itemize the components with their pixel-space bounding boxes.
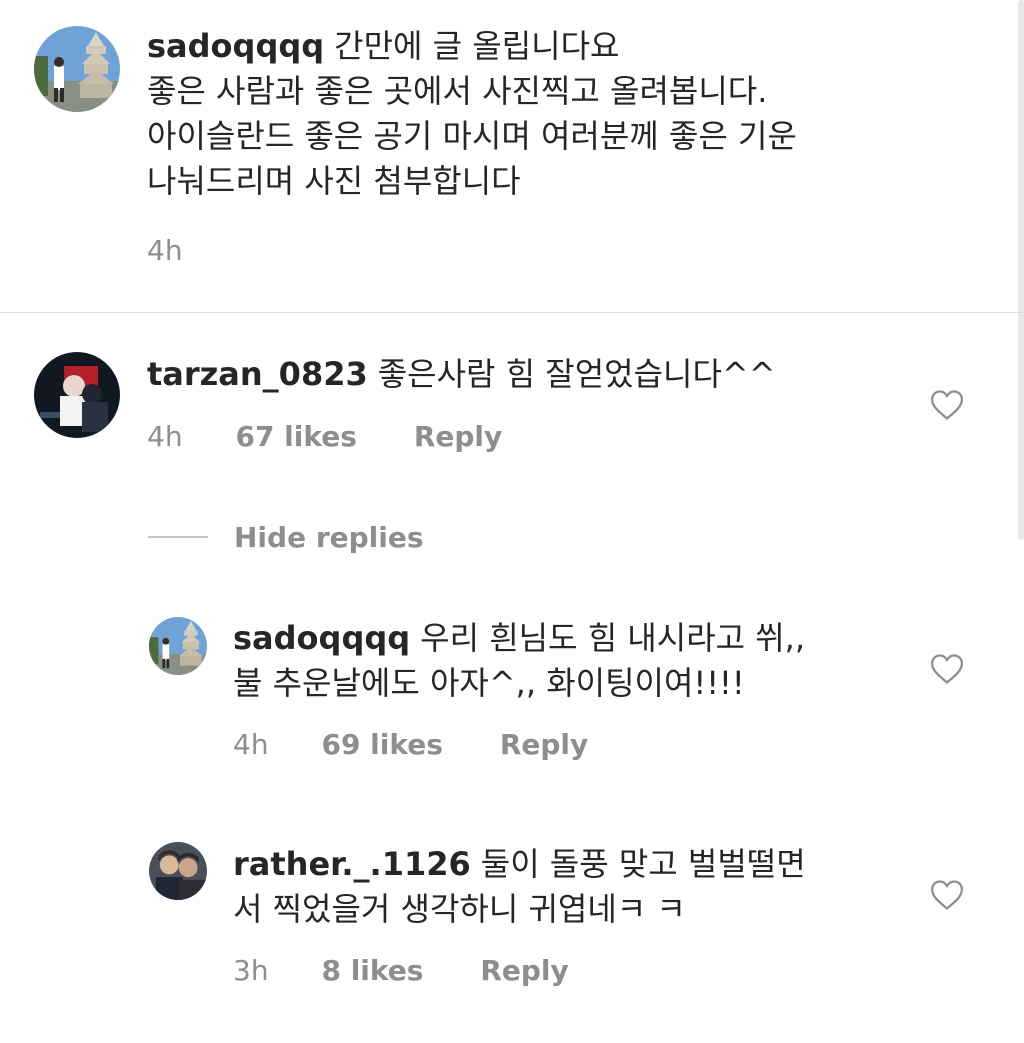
divider (0, 312, 1024, 313)
reply-meta: 3h 8 likes Reply (233, 954, 569, 987)
comment-time: 4h (147, 420, 183, 453)
reply-line: 우리 흰님도 힘 내시라고 쒸,, (420, 619, 806, 657)
reply-likes[interactable]: 69 likes (321, 728, 442, 761)
comment-meta: 4h 67 likes Reply (147, 420, 502, 453)
caption-line: 나눠드리며 사진 첨부합니다 (147, 162, 521, 200)
reply-username[interactable]: rather._.1126 (233, 845, 471, 883)
caption-text: sadoqqqq 간만에 글 올립니다요 좋은 사람과 좋은 곳에서 사진찍고 올… (147, 24, 927, 204)
heart-icon[interactable] (930, 653, 964, 685)
avatar[interactable] (34, 352, 120, 438)
reply-button[interactable]: Reply (414, 420, 502, 453)
heart-icon[interactable] (930, 879, 964, 911)
comment-username[interactable]: tarzan_0823 (147, 355, 368, 393)
avatar-photo-selfie (149, 842, 207, 900)
reply-time: 4h (233, 728, 269, 761)
comment-line: 좋은사람 힘 잘얻었습니다^^ (377, 355, 776, 393)
comment-text: tarzan_0823 좋은사람 힘 잘얻었습니다^^ (147, 352, 907, 397)
avatar-photo-people (34, 352, 120, 438)
caption-time: 4h (147, 234, 183, 267)
caption-line: 아이슬란드 좋은 공기 마시며 여러분께 좋은 기운 (147, 117, 797, 155)
reply-username[interactable]: sadoqqqq (233, 619, 410, 657)
caption-line: 좋은 사람과 좋은 곳에서 사진찍고 올려봅니다. (147, 72, 768, 110)
reply-text: rather._.1126 둘이 돌풍 맞고 벌벌떨면 서 찍었을거 생각하니 귀… (233, 842, 893, 932)
caption-username[interactable]: sadoqqqq (147, 27, 324, 65)
reply-line: 불 추운날에도 아자^,, 화이팅이여!!!! (233, 664, 745, 702)
comment-likes[interactable]: 67 likes (235, 420, 356, 453)
avatar-photo-temple (34, 26, 120, 112)
caption-meta: 4h (147, 234, 183, 267)
reply-button[interactable]: Reply (480, 954, 568, 987)
caption-line: 간만에 글 올립니다요 (334, 27, 620, 65)
reply-button[interactable]: Reply (500, 728, 588, 761)
reply-meta: 4h 69 likes Reply (233, 728, 588, 761)
reply-text: sadoqqqq 우리 흰님도 힘 내시라고 쒸,, 불 추운날에도 아자^,, … (233, 616, 893, 706)
heart-icon[interactable] (930, 389, 964, 421)
post-caption: sadoqqqq 간만에 글 올립니다요 좋은 사람과 좋은 곳에서 사진찍고 올… (0, 0, 1024, 312)
avatar[interactable] (34, 26, 120, 112)
hide-replies-label: Hide replies (234, 520, 424, 554)
hide-replies-button[interactable]: Hide replies (148, 517, 424, 557)
comments-screen: sadoqqqq 간만에 글 올립니다요 좋은 사람과 좋은 곳에서 사진찍고 올… (0, 0, 1024, 1043)
avatar[interactable] (149, 842, 207, 900)
avatar[interactable] (149, 617, 207, 675)
hide-replies-line (148, 536, 208, 538)
reply-line: 둘이 돌풍 맞고 벌벌떨면 (480, 845, 806, 883)
reply-likes[interactable]: 8 likes (321, 954, 423, 987)
avatar-photo-temple (149, 617, 207, 675)
reply-time: 3h (233, 954, 269, 987)
reply-line: 서 찍었을거 생각하니 귀엽네ㅋ ㅋ (233, 890, 686, 928)
